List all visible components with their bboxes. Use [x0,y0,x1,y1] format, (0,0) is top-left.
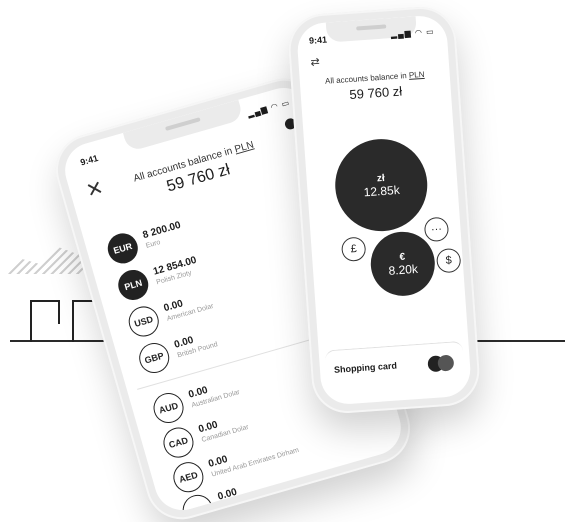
gbp-bubble[interactable]: £ [340,236,367,263]
status-icons: ▂▄▆ ◠ ▭ [246,97,292,119]
phone-notch [122,99,244,153]
account-amount: 0.00 [216,486,239,503]
bubble-value: 12.85k [363,182,401,199]
more-bubble[interactable]: ··· [423,216,450,243]
currency-badge: GBP [135,339,173,377]
stage: 9:41 ▂▄▆ ◠ ▭ ✕ All accounts balance in P… [0,0,585,522]
currency-selector[interactable]: PLN [409,70,425,80]
card-label: Shopping card [333,360,398,375]
flag-icon [30,300,60,342]
eur-bubble[interactable]: € 8.20k [368,229,437,298]
currency-badge: PLN [114,266,152,304]
pln-bubble[interactable]: zł 12.85k [332,136,431,235]
account-amount: 8 200.00 [141,219,183,242]
status-time: 9:41 [79,152,100,168]
status-icons: ▂▄▆ ◠ ▭ [390,27,435,40]
shopping-card[interactable]: Shopping card [324,340,466,394]
card-brand-icon [427,354,455,373]
currency-badge: EUR [104,229,142,267]
bubble-value: 8.20k [388,261,419,278]
bubble-symbol: € [399,251,406,263]
currency-badge: AED [169,458,207,496]
filter-icon[interactable]: ⇄ [310,55,320,69]
status-time: 9:41 [308,34,328,46]
currency-badge: AUD [149,389,188,427]
dollar-icon: $ [445,254,453,267]
bubble-symbol: zł [376,172,386,184]
more-icon: ··· [430,223,443,236]
usd-bubble[interactable]: $ [435,247,462,274]
pound-icon: £ [350,243,358,256]
phone-balance-bubbles: 9:41 ▂▄▆ ◠ ▭ ⇄ All accounts balance in P… [286,4,482,416]
phone-screen: 9:41 ▂▄▆ ◠ ▭ ⇄ All accounts balance in P… [295,14,473,406]
currency-badge: CAD [159,424,198,462]
currency-badge: USD [125,302,163,341]
account-name: Euro [145,238,162,250]
